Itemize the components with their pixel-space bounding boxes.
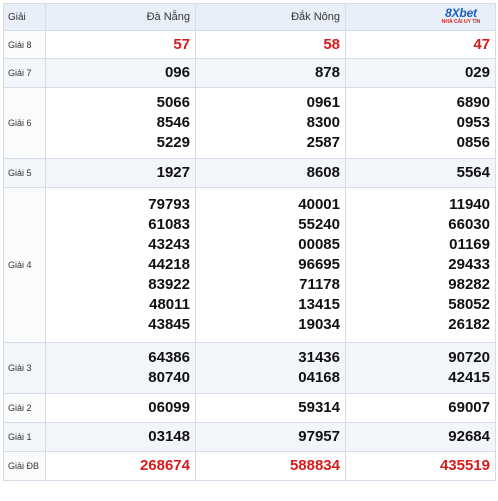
province-header-da-nang[interactable]: Đà Nẵng [45, 3, 196, 31]
result-cell: 90720 42415 [345, 342, 496, 394]
table-row-giai-db: Giải ĐB 268674 588834 435519 [3, 451, 496, 481]
result-number: 42415 [448, 369, 490, 386]
result-number: 26182 [448, 316, 490, 333]
result-number: 19034 [298, 316, 340, 333]
result-number: 64386 [148, 349, 190, 366]
result-number: 2587 [306, 134, 340, 151]
result-number: 6890 [456, 94, 490, 111]
result-number: 878 [195, 58, 346, 88]
table-row-giai-8: Giải 8 57 58 47 [3, 30, 496, 59]
result-number: 58 [195, 30, 346, 59]
special-prize-number: 588834 [195, 451, 346, 481]
prize-label: Giải 1 [3, 422, 46, 452]
brand-logo-text: 8Xbet [445, 6, 477, 20]
result-number: 5564 [345, 158, 496, 188]
result-number: 55240 [298, 216, 340, 233]
result-number: 48011 [149, 296, 190, 313]
result-number: 06099 [45, 393, 196, 423]
result-number: 31436 [298, 349, 340, 366]
result-number: 0953 [456, 114, 490, 131]
special-prize-number: 435519 [345, 451, 496, 481]
result-cell: 64386 80740 [45, 342, 196, 394]
result-number: 43845 [148, 316, 190, 333]
result-number: 79793 [148, 196, 190, 213]
result-number: 01169 [449, 236, 490, 253]
result-number: 97957 [195, 422, 346, 452]
result-number: 59314 [195, 393, 346, 423]
special-prize-number: 268674 [45, 451, 196, 481]
logo-cell: 8Xbet NHÀ CÁI UY TÍN [345, 3, 496, 31]
table-row-giai-5: Giải 5 1927 8608 5564 [3, 158, 496, 188]
result-number: 80740 [148, 369, 190, 386]
table-row-giai-4: Giải 4 79793 61083 43243 44218 83922 480… [3, 187, 496, 343]
result-number: 04168 [298, 369, 340, 386]
table-row-giai-3: Giải 3 64386 80740 31436 04168 90720 424… [3, 342, 496, 394]
result-cell: 79793 61083 43243 44218 83922 48011 4384… [45, 187, 196, 343]
result-number: 00085 [298, 236, 340, 253]
result-cell: 40001 55240 00085 96695 71178 13415 1903… [195, 187, 346, 343]
result-number: 8300 [306, 114, 340, 131]
result-cell: 0961 8300 2587 [195, 87, 346, 159]
result-number: 96695 [298, 256, 340, 273]
brand-logo[interactable]: 8Xbet NHÀ CÁI UY TÍN [431, 7, 491, 27]
province-header-dak-nong[interactable]: Đắk Nông [195, 3, 346, 31]
prize-label: Giải 4 [3, 187, 46, 343]
prize-label: Giải 8 [3, 30, 46, 59]
result-number: 40001 [298, 196, 340, 213]
result-number: 1927 [45, 158, 196, 188]
result-number: 13415 [298, 296, 340, 313]
result-number: 57 [45, 30, 196, 59]
prize-label: Giải ĐB [3, 451, 46, 481]
result-number: 44218 [148, 256, 190, 273]
result-cell: 6890 0953 0856 [345, 87, 496, 159]
result-number: 0856 [456, 134, 490, 151]
prize-label: Giải 3 [3, 342, 46, 394]
prize-column-header: Giải [3, 3, 46, 31]
result-number: 5229 [156, 134, 190, 151]
prize-label: Giải 2 [3, 393, 46, 423]
result-number: 69007 [345, 393, 496, 423]
table-row-giai-7: Giải 7 096 878 029 [3, 58, 496, 88]
result-number: 98282 [448, 276, 490, 293]
result-number: 5066 [156, 94, 190, 111]
result-number: 8608 [195, 158, 346, 188]
result-number: 90720 [448, 349, 490, 366]
result-number: 11940 [449, 196, 490, 213]
result-cell: 5066 8546 5229 [45, 87, 196, 159]
result-number: 66030 [448, 216, 490, 233]
prize-label: Giải 5 [3, 158, 46, 188]
result-number: 29433 [448, 256, 490, 273]
table-row-giai-6: Giải 6 5066 8546 5229 0961 8300 2587 689… [3, 87, 496, 159]
result-number: 43243 [148, 236, 190, 253]
result-number: 03148 [45, 422, 196, 452]
table-row-giai-1: Giải 1 03148 97957 92684 [3, 422, 496, 452]
brand-logo-tagline: NHÀ CÁI UY TÍN [441, 19, 481, 25]
result-number: 47 [345, 30, 496, 59]
result-number: 096 [45, 58, 196, 88]
prize-label: Giải 7 [3, 58, 46, 88]
result-number: 58052 [448, 296, 490, 313]
lottery-results-table: Giải Đà Nẵng Đắk Nông 8Xbet NHÀ CÁI UY T… [3, 3, 496, 481]
result-number: 83922 [148, 276, 190, 293]
prize-label: Giải 6 [3, 87, 46, 159]
table-header-row: Giải Đà Nẵng Đắk Nông 8Xbet NHÀ CÁI UY T… [3, 3, 496, 31]
result-cell: 31436 04168 [195, 342, 346, 394]
result-number: 71178 [299, 276, 340, 293]
table-row-giai-2: Giải 2 06099 59314 69007 [3, 393, 496, 423]
result-number: 92684 [345, 422, 496, 452]
result-number: 8546 [156, 114, 190, 131]
result-number: 61083 [148, 216, 190, 233]
result-number: 029 [345, 58, 496, 88]
result-cell: 11940 66030 01169 29433 98282 58052 2618… [345, 187, 496, 343]
result-number: 0961 [306, 94, 340, 111]
